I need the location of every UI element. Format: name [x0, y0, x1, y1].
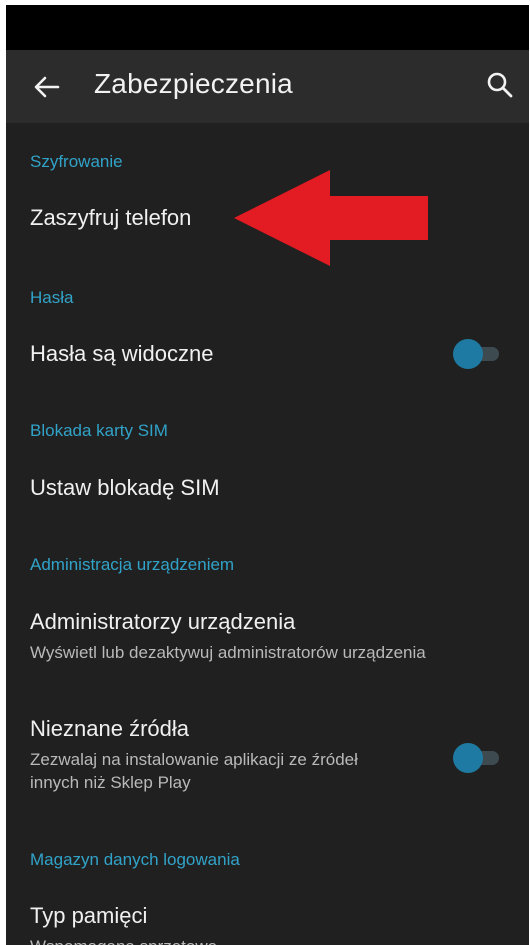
item-summary: Wspomagana sprzętowo — [30, 935, 217, 945]
item-title: Ustaw blokadę SIM — [30, 475, 220, 500]
section-header-credential-storage: Magazyn danych logowania — [30, 850, 240, 869]
passwords-visible-toggle[interactable] — [453, 339, 499, 369]
list-item-unknown-sources[interactable]: Nieznane źródła Zezwalaj na instalowanie… — [6, 700, 529, 810]
item-title: Nieznane źródła — [30, 716, 189, 741]
status-bar — [6, 5, 529, 50]
toggle-thumb — [453, 339, 483, 369]
page-title: Zabezpieczenia — [94, 68, 293, 99]
list-item-device-administrators[interactable]: Administratorzy urządzenia Wyświetl lub … — [6, 593, 529, 673]
list-item-set-sim-lock[interactable]: Ustaw blokadę SIM — [6, 455, 529, 521]
section-header-device-admin: Administracja urządzeniem — [30, 555, 235, 574]
list-item-storage-type[interactable]: Typ pamięci Wspomagana sprzętowo — [6, 885, 529, 945]
section-header-passwords: Hasła — [30, 288, 74, 307]
section-header-sim-lock: Blokada karty SIM — [30, 421, 168, 440]
list-item-passwords-visible[interactable]: Hasła są widoczne — [6, 323, 529, 389]
red-arrow-annotation — [234, 170, 428, 266]
toggle-thumb — [453, 743, 483, 773]
app-bar: Zabezpieczenia — [6, 50, 529, 123]
search-button[interactable] — [485, 70, 515, 100]
search-icon — [487, 72, 513, 98]
item-summary-line-2: innych niż Sklep Play — [30, 773, 191, 792]
back-button[interactable] — [32, 72, 62, 102]
phone-screen: Zabezpieczenia Szyfrowanie Zaszyfruj tel… — [6, 5, 529, 945]
unknown-sources-toggle[interactable] — [453, 743, 499, 773]
item-title: Administratorzy urządzenia — [30, 609, 296, 634]
item-title: Hasła są widoczne — [30, 341, 214, 366]
item-title: Typ pamięci — [30, 903, 148, 928]
item-title: Zaszyfruj telefon — [30, 205, 192, 230]
section-header-encryption: Szyfrowanie — [30, 152, 123, 171]
item-summary-line-1: Zezwalaj na instalowanie aplikacji ze źr… — [30, 750, 358, 769]
item-summary: Wyświetl lub dezaktywuj administratorów … — [30, 643, 426, 662]
arrow-left-icon — [34, 76, 60, 98]
